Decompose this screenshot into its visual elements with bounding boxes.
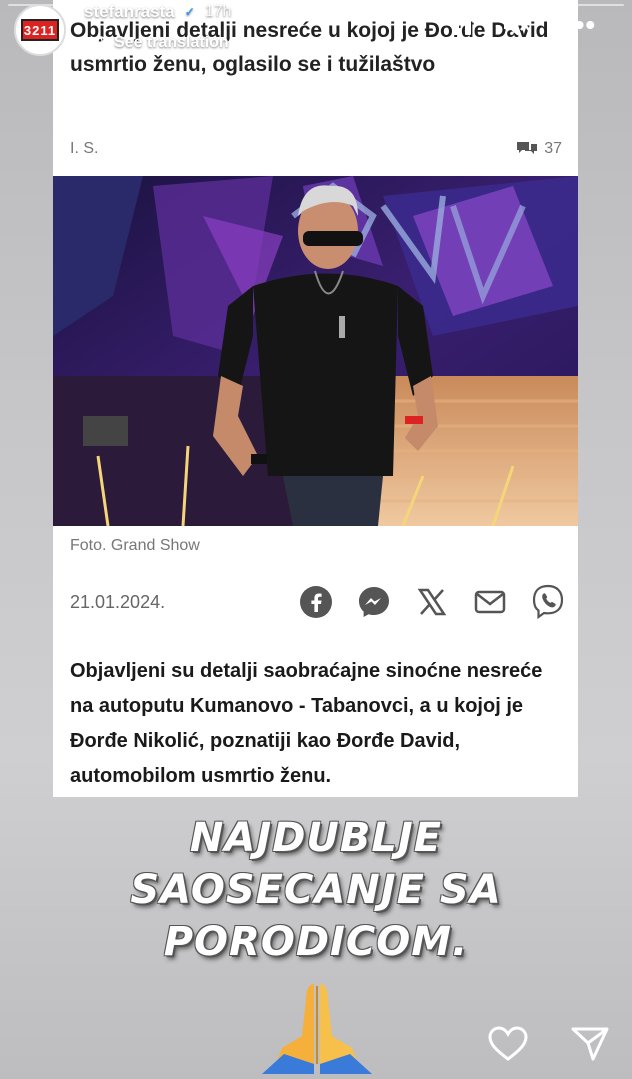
more-options-icon[interactable]: •••	[560, 9, 600, 40]
verified-badge-icon: ✓	[180, 3, 199, 21]
article-card: Objavljeni detalji nesreće u kojoj je Đo…	[53, 0, 578, 797]
avatar[interactable]: 3211	[14, 4, 66, 56]
send-icon[interactable]	[568, 1022, 612, 1066]
messenger-icon[interactable]	[356, 584, 392, 620]
pause-icon	[453, 13, 459, 35]
article-date: 21.01.2024.	[70, 591, 166, 612]
article-meta: I. S. 37	[70, 140, 562, 158]
see-translation-button[interactable]: See translation	[92, 34, 229, 52]
story-user[interactable]: stefanrasta ✓ 17h	[84, 2, 231, 22]
comments-link[interactable]: 37	[516, 140, 562, 158]
story-header: 3211 stefanrasta ✓ 17h See translation •…	[0, 0, 632, 60]
date-share-row: 21.01.2024.	[70, 584, 566, 620]
caption-line-2: SAOSECANJE SA	[130, 867, 502, 913]
photo-caption: Foto. Grand Show	[70, 537, 200, 554]
facebook-icon[interactable]	[298, 584, 334, 620]
mail-icon[interactable]	[472, 584, 508, 620]
article-lede: Objavljeni su detalji saobraćajne sinoćn…	[70, 660, 543, 787]
pause-button[interactable]	[450, 10, 474, 38]
share-bar	[298, 584, 566, 620]
see-translation-label: See translation	[114, 34, 229, 51]
article-author: I. S.	[70, 140, 99, 157]
comments-icon	[517, 142, 538, 154]
heart-icon[interactable]	[486, 1022, 530, 1066]
story-caption: NAJDUBLJE SAOSECANJE SA PORODICOM.	[0, 812, 632, 968]
story-time: 17h	[204, 3, 232, 20]
folded-hands-icon	[262, 978, 372, 1076]
username: stefanrasta	[84, 2, 175, 21]
article-photo	[53, 176, 578, 526]
story-footer	[486, 1022, 612, 1066]
caption-line-3: PORODICOM.	[163, 919, 469, 965]
translate-icon	[93, 36, 107, 50]
comment-count: 37	[544, 140, 562, 157]
avatar-logo: 3211	[21, 19, 59, 41]
x-icon[interactable]	[414, 584, 450, 620]
mute-button[interactable]	[500, 10, 534, 40]
muted-speaker-icon	[504, 15, 531, 35]
viber-icon[interactable]	[530, 584, 566, 620]
caption-line-1: NAJDUBLJE	[189, 815, 443, 861]
